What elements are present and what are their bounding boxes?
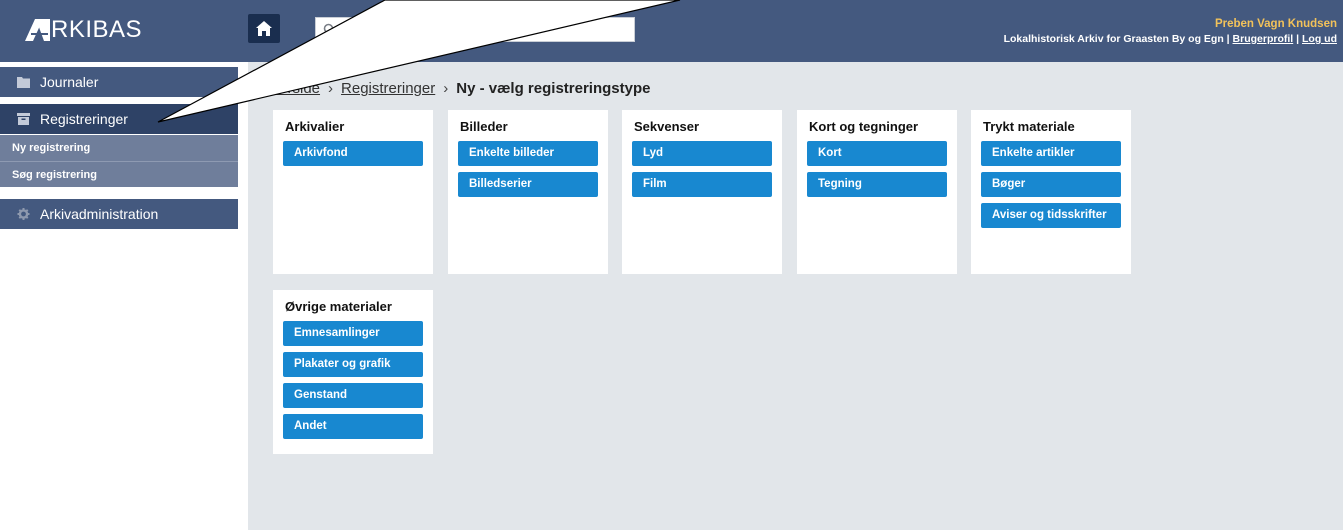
type-button-kort[interactable]: Kort [807,141,947,166]
type-button-andet[interactable]: Andet [283,414,423,439]
archive-name: Lokalhistorisk Arkiv for Graasten By og … [1003,33,1224,45]
sidebar-item-label: Journaler [40,74,99,90]
logout-link[interactable]: Log ud [1302,33,1337,45]
sidebar-subitem-label: Ny registrering [12,142,91,154]
page-title: Ny - vælg registreringstype [456,80,651,97]
user-info: Preben Vagn Knudsen Lokalhistorisk Arkiv… [1004,17,1337,47]
card-title: Sekvenser [634,119,700,134]
type-button-plakater-og-grafik[interactable]: Plakater og grafik [283,352,423,377]
category-card-sekvenser: Sekvenser Lyd Film [622,110,782,274]
type-button-tegning[interactable]: Tegning [807,172,947,197]
type-button-boger[interactable]: Bøger [981,172,1121,197]
search-input[interactable] [350,20,630,39]
type-button-aviser-og-tidsskrifter[interactable]: Aviser og tidsskrifter [981,203,1121,228]
sidebar-subitem-search-registration[interactable]: Søg registrering [0,161,238,187]
type-button-arkivfond[interactable]: Arkivfond [283,141,423,166]
type-button-lyd[interactable]: Lyd [632,141,772,166]
link-separator: | [1296,33,1300,45]
breadcrumb-home-link[interactable]: Forside [270,80,320,97]
sidebar-subitem-new-registration[interactable]: Ny registrering [0,135,238,161]
folder-icon [17,77,30,88]
card-title: Arkivalier [285,119,345,134]
category-card-billeder: Billeder Enkelte billeder Billedserier [448,110,608,274]
sidebar: Journaler Registreringer Ny registrering… [0,62,248,530]
arkibas-logo[interactable]: RKIBAS [24,14,154,48]
archive-box-icon [17,113,30,125]
card-title: Øvrige materialer [285,299,392,314]
link-separator: | [1226,33,1230,45]
category-card-arkivalier: Arkivalier Arkivfond [273,110,433,274]
sidebar-item-archive-admin[interactable]: Arkivadministration [0,199,238,229]
type-button-film[interactable]: Film [632,172,772,197]
profile-link[interactable]: Brugerprofil [1233,33,1294,45]
type-button-billedserier[interactable]: Billedserier [458,172,598,197]
sidebar-item-registrations[interactable]: Registreringer [0,104,238,134]
sidebar-item-journals[interactable]: Journaler [0,67,238,97]
search-divider [344,21,345,38]
user-name: Preben Vagn Knudsen [1214,18,1337,30]
card-title: Kort og tegninger [809,119,919,134]
journal-search [315,17,635,42]
home-button[interactable] [248,14,280,43]
breadcrumb-separator: › [443,80,449,97]
type-button-enkelte-billeder[interactable]: Enkelte billeder [458,141,598,166]
breadcrumb-separator: › [328,80,334,97]
card-title: Trykt materiale [983,119,1075,134]
sidebar-item-label: Arkivadministration [40,206,159,222]
type-button-emnesamlinger[interactable]: Emnesamlinger [283,321,423,346]
category-card-trykt-materiale: Trykt materiale Enkelte artikler Bøger A… [971,110,1131,274]
type-button-genstand[interactable]: Genstand [283,383,423,408]
top-bar: RKIBAS Preben Vagn Knudsen Lokalhistoris… [0,0,1343,62]
card-title: Billeder [460,119,508,134]
search-icon [323,23,337,37]
type-button-enkelte-artikler[interactable]: Enkelte artikler [981,141,1121,166]
breadcrumb-registrations-link[interactable]: Registreringer [341,80,435,97]
sidebar-subitem-label: Søg registrering [12,169,97,181]
sidebar-item-label: Registreringer [40,111,128,127]
category-card-kort-og-tegninger: Kort og tegninger Kort Tegning [797,110,957,274]
user-links: Lokalhistorisk Arkiv for Graasten By og … [1004,31,1337,47]
gear-icon [17,208,30,220]
main-content: Forside › Registreringer › Ny - vælg registr… [248,62,1343,530]
logo-mark-icon [25,19,50,41]
home-icon [256,21,272,36]
category-card-ovrige-materialer: Øvrige materialer Emnesamlinger Plakater… [273,290,433,454]
logo-text: RKIBAS [51,16,143,43]
breadcrumb: Forside › Registreringer › Ny - vælg registr… [270,80,650,97]
